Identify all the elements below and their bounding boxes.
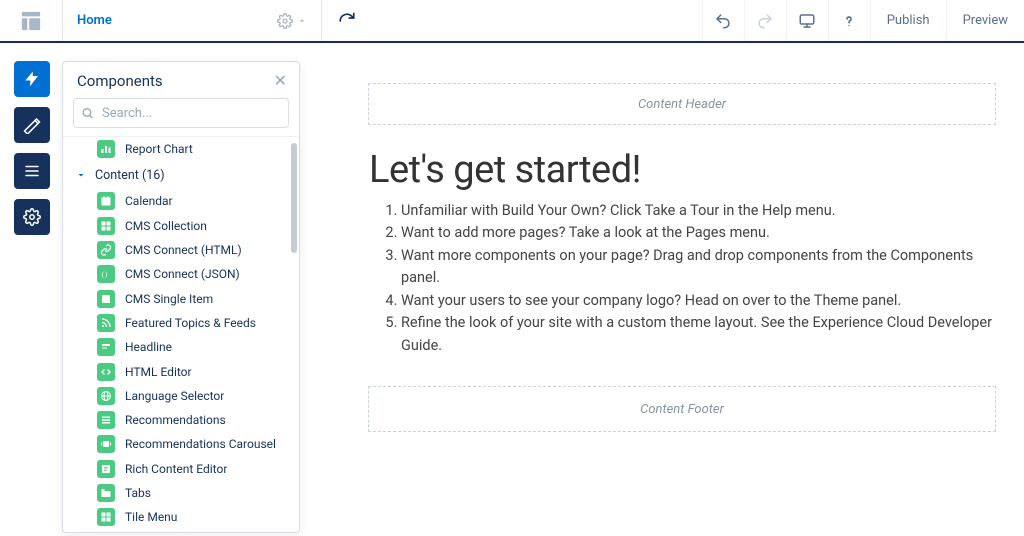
component-label: Featured Topics & Feeds <box>125 316 256 330</box>
page-selector[interactable]: Home <box>62 0 322 41</box>
component-label: CMS Collection <box>125 219 207 233</box>
gear-icon[interactable] <box>277 13 293 29</box>
preview-button[interactable]: Preview <box>946 0 1024 41</box>
headline-icon <box>97 338 115 356</box>
component-item-recommendations[interactable]: Recommendations <box>63 408 299 432</box>
collection-icon <box>97 217 115 235</box>
component-label: Tile Menu <box>125 510 177 524</box>
component-item-cms-collection[interactable]: CMS Collection <box>63 214 299 238</box>
tile-icon <box>97 508 115 526</box>
search-icon <box>81 107 94 120</box>
rail-components-button[interactable] <box>14 61 50 97</box>
list-item: Refine the look of your site with a cust… <box>401 312 995 357</box>
page-canvas: Content Header Let's get started! Unfami… <box>350 43 1024 536</box>
component-item-language-selector[interactable]: Language Selector <box>63 384 299 408</box>
rail-theme-button[interactable] <box>14 107 50 143</box>
app-logo <box>0 0 62 41</box>
recs-icon <box>97 411 115 429</box>
content-header-region[interactable]: Content Header <box>368 83 996 125</box>
feed-icon <box>97 314 115 332</box>
json-icon: { } <box>97 265 115 283</box>
component-item-featured-topics-feeds[interactable]: Featured Topics & Feeds <box>63 311 299 335</box>
rail-settings-button[interactable] <box>14 199 50 235</box>
component-item-rich-content-editor[interactable]: Rich Content Editor <box>63 457 299 481</box>
device-preview-button[interactable] <box>786 0 828 41</box>
component-label: Headline <box>125 340 172 354</box>
list-item: Want to add more pages? Take a look at t… <box>401 222 995 244</box>
list-item: Want your users to see your company logo… <box>401 290 995 312</box>
close-icon[interactable]: ✕ <box>274 73 287 89</box>
components-panel: Components ✕ Report Chart Content (16) Cal… <box>62 61 300 533</box>
section-label: Content (16) <box>95 168 165 183</box>
help-button[interactable] <box>828 0 870 41</box>
carousel-icon <box>97 435 115 453</box>
chevron-down-icon[interactable] <box>297 16 307 26</box>
html-icon <box>97 363 115 381</box>
component-item-cms-connect-json-[interactable]: { } CMS Connect (JSON) <box>63 262 299 286</box>
svg-text:{ }: { } <box>102 270 108 279</box>
component-item-calendar[interactable]: Calendar <box>63 189 299 213</box>
component-item-tile-menu[interactable]: Tile Menu <box>63 505 299 529</box>
panel-scrollbar[interactable] <box>291 143 297 253</box>
component-label: HTML Editor <box>125 365 192 379</box>
component-label: Tabs <box>125 486 151 500</box>
rail-page-structure-button[interactable] <box>14 153 50 189</box>
chevron-down-icon <box>75 169 87 181</box>
lang-icon <box>97 387 115 405</box>
list-item: Want more components on your page? Drag … <box>401 245 995 290</box>
component-label: Language Selector <box>125 389 224 403</box>
link-icon <box>97 241 115 259</box>
refresh-button[interactable] <box>322 0 372 41</box>
list-item: Unfamiliar with Build Your Own? Click Ta… <box>401 200 995 222</box>
component-item-unanswered-questions[interactable]: Unanswered Questions <box>63 529 299 532</box>
component-item-tabs[interactable]: Tabs <box>63 481 299 505</box>
tabs-icon <box>97 484 115 502</box>
component-item-recommendations-carousel[interactable]: Recommendations Carousel <box>63 432 299 456</box>
page-selector-label: Home <box>77 13 112 28</box>
publish-button[interactable]: Publish <box>870 0 946 41</box>
component-label: CMS Connect (JSON) <box>125 267 240 281</box>
chart-icon <box>97 140 115 158</box>
redo-button <box>744 0 786 41</box>
component-label: Report Chart <box>125 142 193 156</box>
component-item-html-editor[interactable]: HTML Editor <box>63 359 299 383</box>
content-footer-region[interactable]: Content Footer <box>368 386 996 432</box>
rich-icon <box>97 460 115 478</box>
component-item-headline[interactable]: Headline <box>63 335 299 359</box>
undo-button[interactable] <box>702 0 744 41</box>
panel-section-content[interactable]: Content (16) <box>63 161 299 189</box>
component-item-report-chart[interactable]: Report Chart <box>63 137 299 161</box>
component-label: CMS Single Item <box>125 292 213 306</box>
rich-text-heading: Let's get started! <box>369 148 995 192</box>
single-icon <box>97 290 115 308</box>
content-body-region[interactable]: Let's get started! Unfamiliar with Build… <box>368 147 996 368</box>
component-item-cms-connect-html-[interactable]: CMS Connect (HTML) <box>63 238 299 262</box>
component-label: Recommendations Carousel <box>125 437 276 451</box>
component-label: Rich Content Editor <box>125 462 227 476</box>
component-item-cms-single-item[interactable]: CMS Single Item <box>63 286 299 310</box>
component-label: Recommendations <box>125 413 226 427</box>
left-rail <box>0 43 50 536</box>
panel-title: Components <box>77 72 163 90</box>
calendar-icon <box>97 192 115 210</box>
components-search-input[interactable] <box>73 98 289 128</box>
component-label: Calendar <box>125 194 173 208</box>
component-label: CMS Connect (HTML) <box>125 243 242 257</box>
rich-text-list: Unfamiliar with Build Your Own? Click Ta… <box>369 200 995 357</box>
